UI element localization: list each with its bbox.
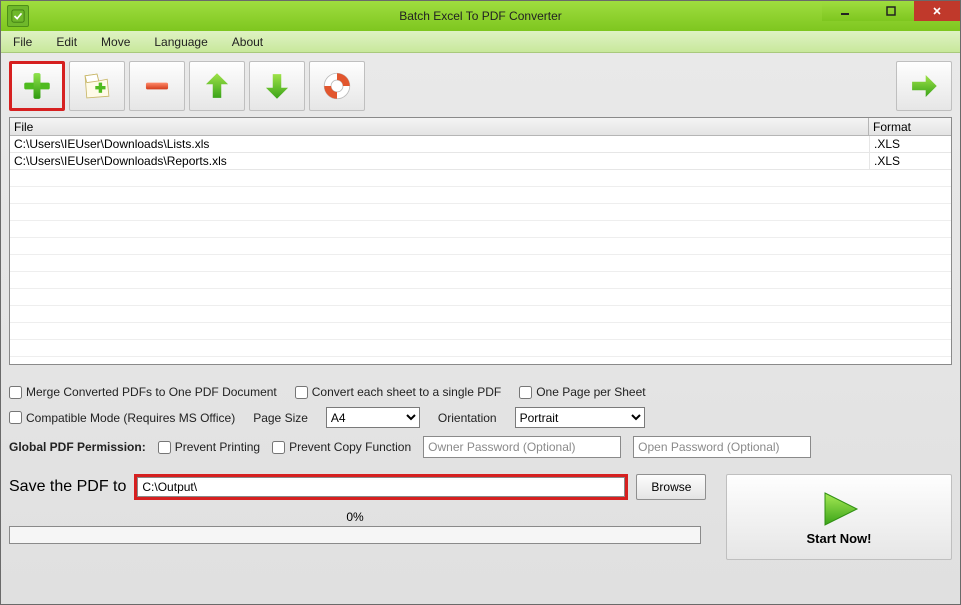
help-button[interactable] [309,61,365,111]
toolbar-row [9,61,952,111]
file-row-empty [10,204,951,221]
next-button[interactable] [896,61,952,111]
prevent-copy-checkbox-input[interactable] [272,441,285,454]
col-format-header[interactable]: Format [869,118,951,135]
file-path-cell: C:\Users\IEUser\Downloads\Lists.xls [10,136,869,152]
file-fmt-cell: .XLS [869,153,951,169]
compat-label: Compatible Mode (Requires MS Office) [26,411,235,425]
save-path-highlight [134,474,628,500]
prevent-copy-label: Prevent Copy Function [289,440,411,454]
orientation-select[interactable]: Portrait [515,407,645,428]
file-row-empty [10,255,951,272]
maximize-button[interactable] [868,1,914,21]
remove-button[interactable] [129,61,185,111]
merge-checkbox-input[interactable] [9,386,22,399]
file-row-empty [10,221,951,238]
file-row-empty [10,187,951,204]
compat-checkbox-input[interactable] [9,411,22,424]
page-size-label: Page Size [253,411,308,425]
owner-password-input[interactable] [423,436,621,458]
arrow-right-icon [907,69,941,103]
progress-panel: 0% [9,510,701,544]
save-label: Save the PDF to [9,478,126,496]
arrow-down-icon [260,69,294,103]
file-list[interactable]: File Format C:\Users\IEUser\Downloads\Li… [9,117,952,365]
file-row[interactable]: C:\Users\IEUser\Downloads\Lists.xls .XLS [10,136,951,153]
orientation-label: Orientation [438,411,497,425]
menu-file[interactable]: File [1,35,44,49]
file-row[interactable]: C:\Users\IEUser\Downloads\Reports.xls .X… [10,153,951,170]
file-row-empty [10,272,951,289]
prevent-print-checkbox[interactable]: Prevent Printing [158,440,260,454]
one-page-checkbox[interactable]: One Page per Sheet [519,385,645,399]
file-list-header: File Format [10,118,951,136]
browse-button[interactable]: Browse [636,474,706,500]
close-icon [932,6,942,16]
page-size-select[interactable]: A4 [326,407,420,428]
file-fmt-cell: .XLS [869,136,951,152]
save-path-input[interactable] [137,477,625,497]
file-row-empty [10,238,951,255]
each-sheet-checkbox-input[interactable] [295,386,308,399]
maximize-icon [886,6,896,16]
content-area: File Format C:\Users\IEUser\Downloads\Li… [1,53,960,604]
app-icon [7,5,29,27]
merge-checkbox[interactable]: Merge Converted PDFs to One PDF Document [9,385,277,399]
lifebuoy-icon [320,69,354,103]
toolbar [9,61,365,111]
prevent-print-label: Prevent Printing [175,440,260,454]
bottom-panel: Save the PDF to Browse 0% Start Now! [9,474,952,560]
menu-about[interactable]: About [220,35,275,49]
one-page-label: One Page per Sheet [536,385,645,399]
arrow-up-icon [200,69,234,103]
move-up-button[interactable] [189,61,245,111]
window-title: Batch Excel To PDF Converter [1,9,960,23]
start-label: Start Now! [807,531,872,546]
file-row-empty [10,306,951,323]
merge-label: Merge Converted PDFs to One PDF Document [26,385,277,399]
titlebar: Batch Excel To PDF Converter [1,1,960,31]
each-sheet-checkbox[interactable]: Convert each sheet to a single PDF [295,385,501,399]
file-path-cell: C:\Users\IEUser\Downloads\Reports.xls [10,153,869,169]
move-down-button[interactable] [249,61,305,111]
file-row-empty [10,340,951,357]
add-folder-button[interactable] [69,61,125,111]
menubar: File Edit Move Language About [1,31,960,53]
progress-label: 0% [346,510,363,524]
col-file-header[interactable]: File [10,118,869,135]
start-button[interactable]: Start Now! [726,474,952,560]
options-panel: Merge Converted PDFs to One PDF Document… [9,385,952,458]
window-controls [822,1,960,21]
file-row-empty [10,170,951,187]
file-row-empty [10,289,951,306]
prevent-copy-checkbox[interactable]: Prevent Copy Function [272,440,411,454]
close-button[interactable] [914,1,960,21]
prevent-print-checkbox-input[interactable] [158,441,171,454]
open-password-input[interactable] [633,436,811,458]
app-window: Batch Excel To PDF Converter File Edit M… [0,0,961,605]
file-list-body: C:\Users\IEUser\Downloads\Lists.xls .XLS… [10,136,951,357]
minimize-icon [840,6,850,16]
file-row-empty [10,323,951,340]
menu-language[interactable]: Language [142,35,219,49]
plus-icon [20,69,54,103]
play-icon [815,489,863,529]
add-file-button[interactable] [9,61,65,111]
one-page-checkbox-input[interactable] [519,386,532,399]
menu-move[interactable]: Move [89,35,142,49]
minus-icon [140,69,174,103]
permission-heading: Global PDF Permission: [9,440,146,454]
minimize-button[interactable] [822,1,868,21]
save-row: Save the PDF to Browse [9,474,714,500]
progress-bar [9,526,701,544]
menu-edit[interactable]: Edit [44,35,89,49]
each-sheet-label: Convert each sheet to a single PDF [312,385,501,399]
compat-checkbox[interactable]: Compatible Mode (Requires MS Office) [9,411,235,425]
folder-plus-icon [80,69,114,103]
